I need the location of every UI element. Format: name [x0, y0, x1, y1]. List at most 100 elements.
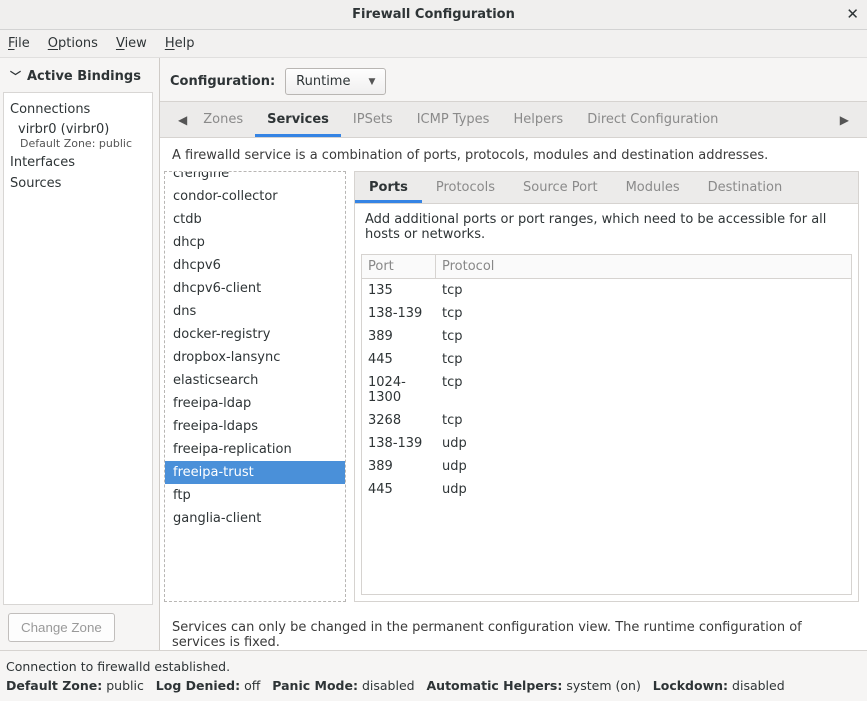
cell-port: 3268	[362, 409, 436, 432]
sidebar-body: Connections virbr0 (virbr0) Default Zone…	[3, 92, 153, 605]
tab-direct-config[interactable]: Direct Configuration	[575, 102, 730, 137]
list-item[interactable]: dhcpv6-client	[165, 277, 345, 300]
cell-port: 138-139	[362, 302, 436, 325]
cell-protocol: udp	[436, 455, 473, 478]
cell-protocol: tcp	[436, 371, 469, 409]
table-header: Port Protocol	[362, 255, 851, 279]
cell-port: 445	[362, 478, 436, 501]
list-item[interactable]: freeipa-ldap	[165, 392, 345, 415]
list-item-selected[interactable]: freeipa-trust	[165, 461, 345, 484]
sidebar-cat-connections[interactable]: Connections	[4, 99, 152, 120]
list-item[interactable]: ftp	[165, 484, 345, 507]
table-row[interactable]: 445tcp	[362, 348, 851, 371]
table-row[interactable]: 1024-1300tcp	[362, 371, 851, 409]
status-dz-value: public	[106, 678, 144, 693]
cell-port: 389	[362, 455, 436, 478]
cell-port: 389	[362, 325, 436, 348]
service-detail: Ports Protocols Source Port Modules Dest…	[354, 171, 859, 602]
sidebar-cat-interfaces[interactable]: Interfaces	[4, 152, 152, 173]
list-item[interactable]: dhcpv6	[165, 254, 345, 277]
table-row[interactable]: 135tcp	[362, 279, 851, 302]
table-row[interactable]: 138-139udp	[362, 432, 851, 455]
tab-scroll-left-icon[interactable]: ◀	[174, 113, 191, 127]
cell-protocol: udp	[436, 432, 473, 455]
status-pm-label: Panic Mode:	[272, 678, 358, 693]
sidebar-header[interactable]: ﹀ Active Bindings	[0, 58, 159, 92]
table-row[interactable]: 138-139tcp	[362, 302, 851, 325]
main-area: ﹀ Active Bindings Connections virbr0 (vi…	[0, 58, 867, 650]
titlebar: Firewall Configuration ✕	[0, 0, 867, 30]
list-item[interactable]: dns	[165, 300, 345, 323]
subtab-ports[interactable]: Ports	[355, 172, 422, 203]
list-item[interactable]: condor-collector	[165, 185, 345, 208]
cell-port: 1024-1300	[362, 371, 436, 409]
status-connection: Connection to firewalld established.	[6, 657, 861, 676]
menu-help[interactable]: Help	[165, 36, 195, 51]
service-split: cfengine condor-collector ctdb dhcp dhcp…	[160, 171, 867, 612]
status-summary: Default Zone: public Log Denied: off Pan…	[6, 676, 861, 695]
tab-icmp-types[interactable]: ICMP Types	[405, 102, 502, 137]
connection-name: virbr0 (virbr0)	[18, 122, 146, 137]
cell-protocol: tcp	[436, 302, 469, 325]
list-item[interactable]: cfengine	[165, 171, 345, 185]
subtab-source-port[interactable]: Source Port	[509, 172, 612, 203]
sidebar-header-label: Active Bindings	[27, 69, 141, 84]
cell-port: 138-139	[362, 432, 436, 455]
status-ld-label: Log Denied:	[156, 678, 240, 693]
list-item[interactable]: ganglia-client	[165, 507, 345, 530]
services-list[interactable]: cfengine condor-collector ctdb dhcp dhcp…	[164, 171, 346, 602]
status-lk-label: Lockdown:	[653, 678, 728, 693]
content: Configuration: Runtime ▼ ◀ Zones Service…	[160, 58, 867, 650]
list-item[interactable]: dhcp	[165, 231, 345, 254]
subtab-modules[interactable]: Modules	[612, 172, 694, 203]
menu-options[interactable]: Options	[48, 36, 98, 51]
menu-view[interactable]: View	[116, 36, 147, 51]
close-icon[interactable]: ✕	[846, 5, 859, 23]
cell-protocol: udp	[436, 478, 473, 501]
sidebar-item-virbr0[interactable]: virbr0 (virbr0) Default Zone: public	[4, 120, 152, 152]
window-title: Firewall Configuration	[0, 7, 867, 22]
list-item[interactable]: ctdb	[165, 208, 345, 231]
change-zone-button[interactable]: Change Zone	[8, 613, 115, 642]
list-item[interactable]: dropbox-lansync	[165, 346, 345, 369]
table-body: 135tcp138-139tcp389tcp445tcp1024-1300tcp…	[362, 279, 851, 501]
list-item[interactable]: freeipa-replication	[165, 438, 345, 461]
cell-protocol: tcp	[436, 348, 469, 371]
status-pm-value: disabled	[362, 678, 415, 693]
config-combo[interactable]: Runtime ▼	[285, 68, 386, 95]
menu-file[interactable]: File	[8, 36, 30, 51]
col-protocol[interactable]: Protocol	[436, 255, 500, 278]
table-row[interactable]: 389udp	[362, 455, 851, 478]
table-row[interactable]: 445udp	[362, 478, 851, 501]
cell-port: 135	[362, 279, 436, 302]
col-port[interactable]: Port	[362, 255, 436, 278]
sidebar-cat-sources[interactable]: Sources	[4, 173, 152, 194]
table-row[interactable]: 389tcp	[362, 325, 851, 348]
cell-protocol: tcp	[436, 409, 469, 432]
cell-protocol: tcp	[436, 325, 469, 348]
cell-port: 445	[362, 348, 436, 371]
tab-services[interactable]: Services	[255, 102, 341, 137]
main-tabs: ◀ Zones Services IPSets ICMP Types Helpe…	[160, 101, 867, 138]
service-description: A firewalld service is a combination of …	[160, 138, 867, 171]
list-item[interactable]: freeipa-ldaps	[165, 415, 345, 438]
tab-helpers[interactable]: Helpers	[501, 102, 575, 137]
config-label: Configuration:	[170, 74, 275, 89]
subtab-destination[interactable]: Destination	[694, 172, 797, 203]
config-value: Runtime	[296, 74, 350, 89]
statusbar: Connection to firewalld established. Def…	[0, 650, 867, 701]
config-row: Configuration: Runtime ▼	[160, 58, 867, 101]
subtab-body: Add additional ports or port ranges, whi…	[354, 203, 859, 602]
tab-ipsets[interactable]: IPSets	[341, 102, 405, 137]
table-row[interactable]: 3268tcp	[362, 409, 851, 432]
sidebar-footer: Change Zone	[0, 605, 159, 650]
services-footnote: Services can only be changed in the perm…	[160, 612, 867, 650]
tab-zones[interactable]: Zones	[191, 102, 255, 137]
subtab-protocols[interactable]: Protocols	[422, 172, 509, 203]
ports-table: Port Protocol 135tcp138-139tcp389tcp445t…	[361, 254, 852, 595]
status-dz-label: Default Zone:	[6, 678, 102, 693]
list-item[interactable]: docker-registry	[165, 323, 345, 346]
sidebar: ﹀ Active Bindings Connections virbr0 (vi…	[0, 58, 160, 650]
tab-scroll-right-icon[interactable]: ▶	[836, 113, 853, 127]
list-item[interactable]: elasticsearch	[165, 369, 345, 392]
